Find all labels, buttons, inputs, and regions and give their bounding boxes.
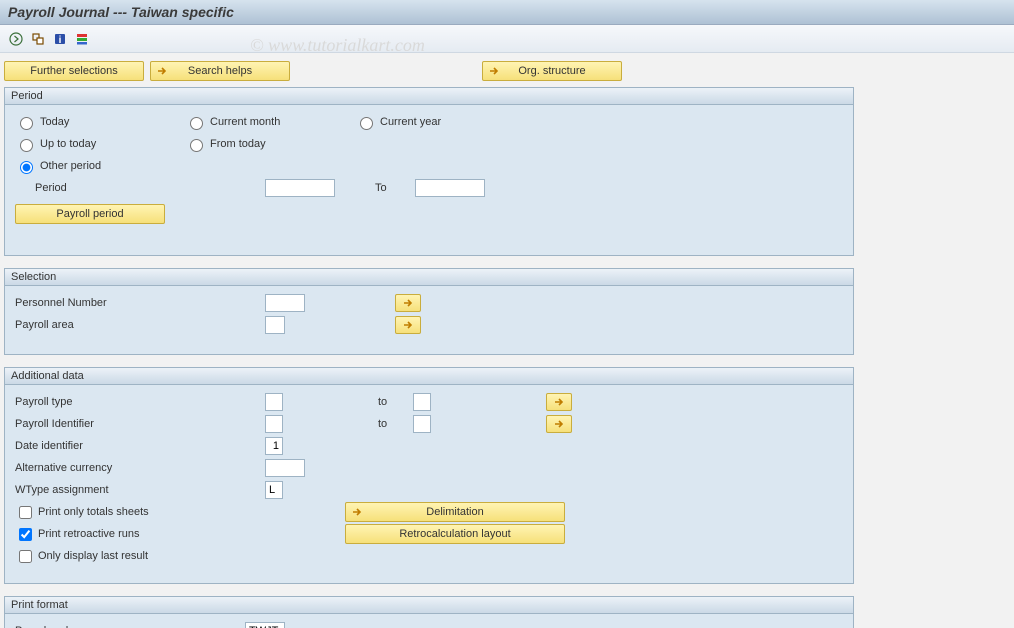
- label-other-period: Other period: [40, 160, 101, 172]
- radio-other-period[interactable]: [20, 161, 33, 174]
- delimitation-label: Delimitation: [426, 506, 483, 518]
- wtype-input[interactable]: [265, 481, 283, 499]
- search-helps-button[interactable]: Search helps: [150, 61, 290, 81]
- checkbox-print-only-totals[interactable]: [19, 506, 32, 519]
- label-alt-currency: Alternative currency: [15, 462, 265, 474]
- window-title-text: Payroll Journal --- Taiwan specific: [8, 4, 234, 20]
- application-toolbar: i: [0, 25, 1014, 53]
- date-identifier-input[interactable]: [265, 437, 283, 455]
- label-current-year: Current year: [380, 116, 441, 128]
- payroll-area-multiple-button[interactable]: [395, 316, 421, 334]
- label-up-to-today: Up to today: [40, 138, 96, 150]
- radio-today[interactable]: [20, 117, 33, 130]
- label-date-identifier: Date identifier: [15, 440, 265, 452]
- label-to-1: to: [283, 396, 413, 408]
- svg-text:i: i: [59, 35, 62, 46]
- radio-current-month[interactable]: [190, 117, 203, 130]
- radio-current-year[interactable]: [360, 117, 373, 130]
- further-selections-label: Further selections: [30, 65, 117, 77]
- payroll-identifier-multiple-button[interactable]: [546, 415, 572, 433]
- payroll-identifier-to-input[interactable]: [413, 415, 431, 433]
- info-icon[interactable]: i: [52, 31, 68, 47]
- arrow-right-icon: [552, 417, 566, 431]
- further-selections-button[interactable]: Further selections: [4, 61, 144, 81]
- payroll-period-button[interactable]: Payroll period: [15, 204, 165, 224]
- arrow-right-icon: [487, 64, 501, 78]
- checkbox-print-retroactive[interactable]: [19, 528, 32, 541]
- label-print-only-totals: Print only totals sheets: [38, 506, 149, 518]
- personnel-number-multiple-button[interactable]: [395, 294, 421, 312]
- group-additional-data: Additional data Payroll type to Payroll …: [4, 367, 854, 584]
- group-print-format-legend: Print format: [5, 597, 853, 614]
- payroll-type-multiple-button[interactable]: [546, 393, 572, 411]
- label-payroll-type: Payroll type: [15, 396, 265, 408]
- selection-buttons-row: Further selections Search helps Org. str…: [0, 53, 1014, 87]
- arrow-right-icon: [552, 395, 566, 409]
- variant-icon[interactable]: [30, 31, 46, 47]
- period-to-input[interactable]: [415, 179, 485, 197]
- group-period-legend: Period: [5, 88, 853, 105]
- personnel-number-input[interactable]: [265, 294, 305, 312]
- org-structure-label: Org. structure: [518, 65, 585, 77]
- payroll-identifier-input[interactable]: [265, 415, 283, 433]
- label-payroll-identifier: Payroll Identifier: [15, 418, 265, 430]
- retrocalculation-label: Retrocalculation layout: [399, 528, 510, 540]
- payroll-area-input[interactable]: [265, 316, 285, 334]
- payroll-period-label: Payroll period: [56, 208, 123, 220]
- arrow-right-icon: [155, 64, 169, 78]
- alt-currency-input[interactable]: [265, 459, 305, 477]
- delimitation-button[interactable]: Delimitation: [345, 502, 565, 522]
- payroll-type-input[interactable]: [265, 393, 283, 411]
- group-selection: Selection Personnel Number Payroll area: [4, 268, 854, 355]
- label-payroll-area: Payroll area: [15, 319, 265, 331]
- retrocalculation-button[interactable]: Retrocalculation layout: [345, 524, 565, 544]
- radio-from-today[interactable]: [190, 139, 203, 152]
- label-today: Today: [40, 116, 69, 128]
- color-legend-icon[interactable]: [74, 31, 90, 47]
- label-wtype: WType assignment: [15, 484, 265, 496]
- label-to: To: [375, 182, 405, 194]
- period-from-input[interactable]: [265, 179, 335, 197]
- group-selection-legend: Selection: [5, 269, 853, 286]
- label-personnel-number: Personnel Number: [15, 297, 265, 309]
- radio-up-to-today[interactable]: [20, 139, 33, 152]
- arrow-right-icon: [401, 296, 415, 310]
- group-additional-legend: Additional data: [5, 368, 853, 385]
- label-print-retroactive: Print retroactive runs: [38, 528, 139, 540]
- label-from-today: From today: [210, 138, 266, 150]
- arrow-right-icon: [350, 505, 364, 519]
- search-helps-label: Search helps: [188, 65, 252, 77]
- execute-icon[interactable]: [8, 31, 24, 47]
- checkbox-only-last-result[interactable]: [19, 550, 32, 563]
- group-period: Period Today Current month Current year …: [4, 87, 854, 256]
- group-print-format: Print format Page header: [4, 596, 854, 628]
- label-period: Period: [35, 182, 175, 194]
- arrow-right-icon: [401, 318, 415, 332]
- window-title: Payroll Journal --- Taiwan specific: [0, 0, 1014, 25]
- org-structure-button[interactable]: Org. structure: [482, 61, 622, 81]
- page-header-input[interactable]: [245, 622, 285, 628]
- label-current-month: Current month: [210, 116, 280, 128]
- payroll-type-to-input[interactable]: [413, 393, 431, 411]
- label-only-last-result: Only display last result: [38, 550, 148, 562]
- label-to-2: to: [283, 418, 413, 430]
